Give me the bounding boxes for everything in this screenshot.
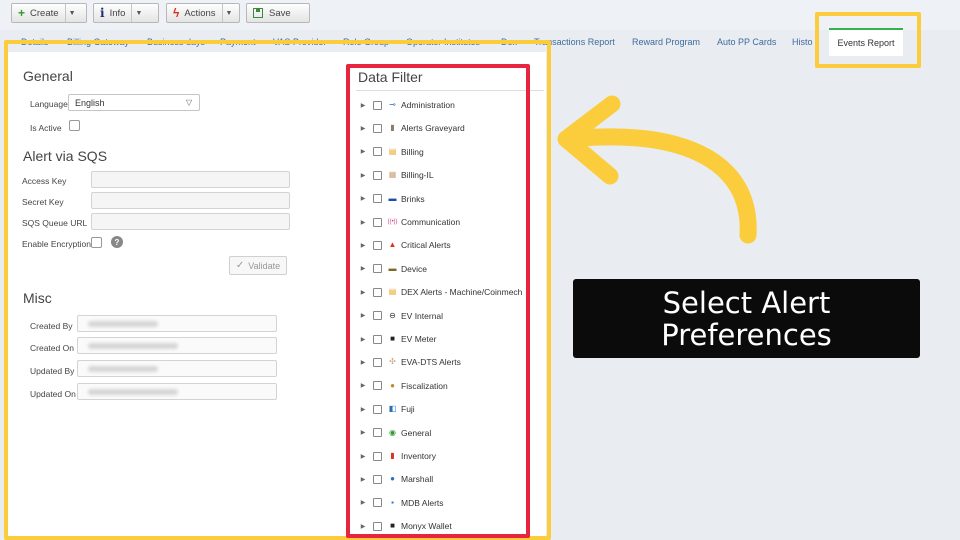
create-label: Create: [30, 7, 59, 19]
curved-arrow-icon: [557, 95, 757, 244]
actions-button[interactable]: ϟ Actions ▼: [166, 3, 240, 23]
callout-line-1: Select Alert: [662, 285, 831, 320]
plus-icon: +: [18, 6, 26, 20]
chevron-down-icon[interactable]: ▼: [221, 4, 236, 22]
create-button[interactable]: + Create ▼: [11, 3, 87, 23]
actions-label: Actions: [184, 7, 216, 19]
events-tab-highlight: [815, 12, 921, 68]
chevron-down-icon[interactable]: ▼: [131, 4, 145, 22]
data-filter-highlight: [346, 64, 530, 538]
save-button[interactable]: Save: [246, 3, 310, 23]
tab-auto-pp-cards[interactable]: Auto PP Cards: [717, 37, 776, 47]
info-button[interactable]: i Info ▼: [93, 3, 159, 23]
callout-line-2: Preferences: [661, 317, 832, 352]
lightning-icon: ϟ: [173, 6, 180, 20]
info-icon: i: [100, 6, 105, 20]
tab-reward-program[interactable]: Reward Program: [632, 37, 700, 47]
info-label: Info: [109, 7, 126, 19]
chevron-down-icon[interactable]: ▼: [64, 4, 79, 22]
save-label: Save: [269, 7, 291, 19]
tab-history[interactable]: Histo: [792, 37, 813, 47]
callout-box: Select Alert Preferences: [573, 279, 920, 358]
save-icon: [253, 8, 263, 18]
